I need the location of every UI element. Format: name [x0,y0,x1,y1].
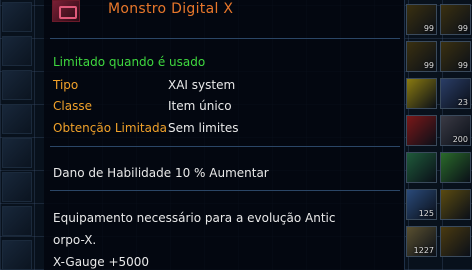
divider [50,38,400,39]
attr-value-type: XAI system [168,78,236,92]
inventory-slot[interactable] [2,70,32,100]
inventory-slot[interactable] [2,138,32,168]
attr-value-limited: Sem limites [168,121,239,135]
item-name: Monstro Digital X [108,1,234,17]
attr-label-limited: Obtenção Limitada [53,121,167,135]
gift-box-icon[interactable] [406,115,437,146]
requirement-line-3: X-Gauge +5000 [53,255,150,269]
requirement-line-2: orpo-X. [53,233,97,247]
green-item-icon[interactable] [440,152,471,183]
gold-wing-icon[interactable]: 99 [406,4,437,35]
bag-icon[interactable]: 200 [440,115,471,146]
item-count: 200 [452,135,468,144]
horn-icon[interactable]: 23 [440,78,471,109]
inventory-slot[interactable] [2,36,32,66]
item-count: 99 [457,24,468,33]
helmet-icon[interactable] [406,152,437,183]
gold-wing-icon[interactable]: 99 [406,41,437,72]
attr-label-type: Tipo [53,78,79,92]
digimon-card-icon [52,0,80,22]
inventory-right-column: 99 99 99 99 23 200 125 1227 [404,0,472,270]
crystal-icon[interactable]: 125 [406,189,437,220]
tooltip-header: Monstro Digital X [44,0,404,38]
attr-value-class: Item único [168,99,232,113]
item-tooltip: Monstro Digital X Limitado quando é usad… [44,0,405,270]
inventory-slot[interactable] [2,104,32,134]
item-count: 23 [457,98,468,107]
skill-bonus-text: Dano de Habilidade 10 % Aumentar [53,166,269,180]
attr-label-class: Classe [53,99,92,113]
inventory-slot[interactable] [2,240,32,270]
requirement-line-1: Equipamento necessário para a evolução A… [53,211,336,225]
item-count: 1227 [413,246,434,255]
restriction-text: Limitado quando é usado [53,55,206,69]
inventory-slot[interactable] [2,2,32,32]
gold-chest-icon[interactable] [440,226,471,257]
inventory-slot[interactable] [2,206,32,236]
item-count: 125 [418,209,434,218]
gold-wing-icon[interactable]: 99 [440,4,471,35]
divider [50,190,400,191]
gold-chest-icon[interactable] [440,189,471,220]
mystery-box-icon[interactable] [406,78,437,109]
gold-wing-icon[interactable]: 99 [440,41,471,72]
item-count: 99 [423,61,434,70]
item-count: 99 [457,61,468,70]
card-icon[interactable]: 1227 [406,226,437,257]
divider [50,146,400,147]
item-count: 99 [423,24,434,33]
inventory-slot[interactable] [2,172,32,202]
